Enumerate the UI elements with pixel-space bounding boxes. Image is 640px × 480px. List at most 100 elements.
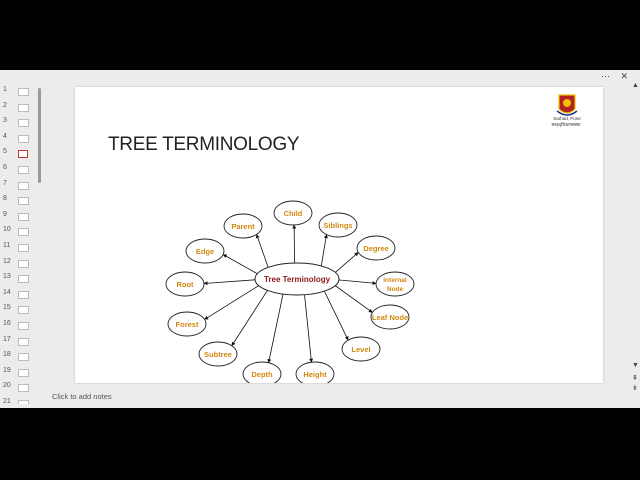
diagram-node-label: Internal	[383, 277, 407, 284]
slide-thumbnail[interactable]: 16	[0, 318, 40, 333]
slide-thumbnail[interactable]: 2	[0, 100, 40, 115]
slide-number: 6	[3, 164, 7, 171]
slide-thumbnail-preview[interactable]	[18, 212, 29, 221]
page-down-icon[interactable]: ⇟	[632, 384, 638, 392]
slide-thumbnail[interactable]: 17	[0, 334, 40, 349]
diagram-edge	[231, 289, 269, 347]
slide-thumbnail-preview[interactable]	[18, 150, 28, 159]
scroll-up-icon[interactable]: ▲	[632, 82, 639, 89]
presentation-app: ⋯ ✕ 1 2 3 4 5 6 7 8 9 10 11 12 13 14 15 16 17 18 19 20 21 TR…	[0, 70, 640, 408]
slide-thumbnail[interactable]: 7	[0, 178, 40, 193]
slide-thumbnail-preview[interactable]	[18, 197, 29, 206]
window-controls[interactable]: ⋯ ✕	[601, 71, 632, 82]
slide-thumbnail-preview[interactable]	[18, 166, 29, 174]
slide-thumbnail-preview[interactable]	[18, 181, 29, 190]
slide-thumbnail[interactable]: 15	[0, 302, 40, 317]
diagram-node-label: Height	[303, 370, 327, 379]
slide-thumbnail[interactable]: 11	[0, 240, 40, 255]
slide-thumbnail[interactable]: 13	[0, 271, 40, 286]
thumbnail-scrollbar[interactable]	[38, 88, 41, 183]
slide-thumbnail-preview[interactable]	[18, 400, 29, 404]
slide-thumbnail-preview[interactable]	[18, 337, 29, 346]
slide-thumbnail-preview[interactable]	[18, 275, 29, 284]
slide-number: 12	[3, 257, 11, 265]
diagram-edge	[222, 254, 260, 275]
tree-terminology-diagram: Child Siblings Degree Internal Node Leaf Node…	[165, 200, 415, 383]
slide-thumbnail-preview[interactable]	[18, 119, 29, 128]
slide-thumbnail[interactable]: 14	[0, 287, 40, 302]
slide-number: 1	[3, 86, 7, 93]
slide-thumbnail-preview[interactable]	[18, 368, 29, 377]
diagram-node-label: Child	[284, 209, 303, 218]
slide-thumbnail-preview[interactable]	[18, 103, 29, 112]
slide-thumbnail-preview[interactable]	[18, 88, 29, 96]
slide-thumbnail-preview[interactable]	[18, 353, 29, 362]
diagram-node-label: Depth	[251, 370, 273, 379]
diagram-edge	[320, 234, 328, 267]
slide-thumbnail-panel: 1 2 3 4 5 6 7 8 9 10 11 12 13 14 15 16 17 18 19 20 21	[0, 84, 40, 404]
slide-thumbnail[interactable]: 4	[0, 131, 40, 146]
slide-number: 2	[3, 101, 7, 109]
slide-thumbnail-preview[interactable]	[18, 228, 29, 237]
diagram-edge	[333, 284, 373, 313]
slide-thumbnail[interactable]: 20	[0, 380, 40, 395]
slide-thumbnail-preview[interactable]	[18, 259, 29, 268]
slide-number: 10	[3, 226, 11, 234]
slide-thumbnail-preview[interactable]	[18, 134, 29, 143]
slide-number: 17	[3, 335, 11, 343]
slide-canvas[interactable]: TREE TERMINOLOGY Sarhad, Pune सरहद्शिक्ष…	[75, 87, 603, 383]
diagram-node-label: Subtree	[204, 350, 232, 359]
diagram-node-label: Root	[176, 280, 194, 289]
slide-thumbnail[interactable]: 18	[0, 349, 40, 364]
slide-number: 11	[3, 242, 11, 249]
slide-number: 19	[3, 366, 11, 374]
slide-thumbnail[interactable]: 5	[0, 146, 40, 161]
diagram-node-label: Parent	[231, 222, 255, 231]
diagram-node-label: Node	[387, 286, 404, 293]
slide-thumbnail[interactable]: 1	[0, 84, 40, 99]
slide-thumbnail-preview[interactable]	[18, 244, 29, 252]
slide-thumbnail[interactable]: 19	[0, 365, 40, 380]
slide-number: 7	[3, 179, 7, 187]
right-scrollbar[interactable]: ▲ ▼ ⇞ ⇟	[630, 82, 640, 402]
diagram-edge	[203, 279, 258, 286]
diagram-edge	[304, 293, 314, 363]
notes-placeholder[interactable]: Click to add notes	[52, 392, 112, 401]
slide-thumbnail-preview[interactable]	[18, 290, 29, 299]
slide-number: 3	[3, 117, 7, 125]
diagram-edge	[323, 290, 349, 341]
scroll-down-icon[interactable]: ▼	[632, 362, 639, 369]
slide-thumbnail[interactable]: 10	[0, 224, 40, 239]
slide-number: 4	[3, 132, 7, 140]
slide-thumbnail-preview[interactable]	[18, 306, 29, 315]
slide-number: 20	[3, 382, 11, 390]
diagram-node-label: Level	[351, 345, 370, 354]
diagram-edge	[255, 234, 269, 269]
slide-number: 8	[3, 195, 7, 203]
slide-number: 18	[3, 351, 11, 359]
slide-number: 21	[3, 398, 11, 404]
diagram-center-label: Tree Terminology	[264, 275, 331, 284]
slide-thumbnail-preview[interactable]	[18, 384, 29, 393]
slide-number: 9	[3, 210, 7, 218]
slide-thumbnail-preview[interactable]	[18, 322, 29, 330]
top-toolbar: ⋯ ✕	[0, 70, 640, 82]
slide-number: 5	[3, 148, 7, 156]
diagram-edge	[267, 293, 284, 364]
diagram-node-label: Degree	[363, 244, 388, 253]
slide-thumbnail[interactable]: 6	[0, 162, 40, 177]
slide-number: 13	[3, 273, 11, 281]
slide-thumbnail[interactable]: 9	[0, 209, 40, 224]
slide-thumbnail[interactable]: 21	[0, 396, 40, 404]
slide-thumbnail[interactable]: 8	[0, 193, 40, 208]
slide-number: 15	[3, 304, 11, 312]
diagram-node-label: Leaf Node	[372, 313, 408, 322]
diagram-node-label: Siblings	[323, 221, 352, 230]
slide-number: 14	[3, 288, 11, 296]
slide-thumbnail[interactable]: 3	[0, 115, 40, 130]
page-up-icon[interactable]: ⇞	[632, 374, 638, 382]
slide-thumbnail[interactable]: 12	[0, 256, 40, 271]
diagram-edge	[336, 279, 377, 286]
diagram-node-label: Edge	[196, 247, 214, 256]
diagram-edge	[333, 252, 359, 274]
